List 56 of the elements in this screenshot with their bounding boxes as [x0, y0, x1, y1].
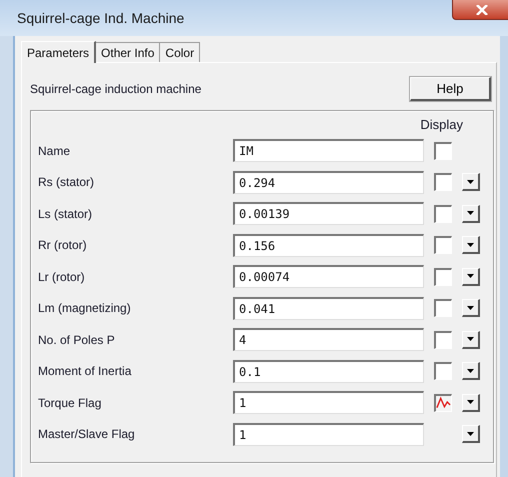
- input-field[interactable]: 1: [233, 391, 424, 414]
- checkbox[interactable]: [434, 204, 452, 223]
- caret-icon: [467, 274, 474, 278]
- dropdown-button[interactable]: [462, 299, 480, 318]
- input-field[interactable]: 0.00139: [233, 202, 424, 226]
- display-header: Display: [420, 117, 463, 134]
- parameter-label: Ls (stator): [38, 206, 94, 221]
- scope-checkbox[interactable]: [434, 394, 452, 412]
- checkbox[interactable]: [434, 268, 452, 286]
- caret-icon: [467, 400, 474, 404]
- caret-icon: [467, 337, 474, 342]
- parameter-label: Lr (rotor): [38, 270, 86, 284]
- dropdown-button[interactable]: [462, 236, 480, 254]
- caret-icon: [467, 211, 474, 216]
- dropdown-button[interactable]: [462, 268, 480, 286]
- close-icon: [475, 4, 489, 14]
- caret-icon: [467, 306, 474, 310]
- input-field[interactable]: IM: [233, 139, 424, 162]
- input-field[interactable]: 0.294: [233, 170, 424, 194]
- checkbox[interactable]: [434, 236, 452, 254]
- parameter-label: Rs (stator): [38, 175, 96, 190]
- dropdown-button[interactable]: [462, 330, 480, 349]
- checkbox[interactable]: [434, 330, 452, 349]
- input-field[interactable]: 0.1: [233, 360, 424, 383]
- caret-icon: [467, 368, 474, 373]
- parameter-label: Torque Flag: [38, 396, 102, 410]
- tab[interactable]: Parameters: [21, 41, 96, 63]
- caret-icon: [467, 180, 474, 184]
- input-field[interactable]: 4: [233, 328, 424, 352]
- dropdown-button[interactable]: [462, 394, 480, 412]
- input-field[interactable]: 0.041: [233, 296, 424, 320]
- checkbox[interactable]: [434, 299, 452, 318]
- close-button[interactable]: [452, 0, 508, 20]
- help-button[interactable]: Help: [410, 77, 491, 101]
- checkbox[interactable]: [434, 362, 452, 380]
- dropdown-button[interactable]: [462, 204, 480, 223]
- checkbox[interactable]: [434, 142, 452, 160]
- dropdown-button[interactable]: [462, 362, 480, 380]
- input-field[interactable]: 0.156: [233, 234, 424, 257]
- parameter-label: Master/Slave Flag: [38, 427, 136, 442]
- dropdown-button[interactable]: [462, 173, 480, 192]
- checkbox[interactable]: [434, 173, 452, 192]
- parameter-label: Moment of Inertia: [38, 364, 132, 378]
- description-label: Squirrel-cage induction machine: [30, 82, 202, 96]
- parameter-label: Lm (magnetizing): [38, 301, 132, 316]
- caret-icon: [467, 242, 474, 247]
- caret-icon: [467, 432, 474, 436]
- input-field[interactable]: 0.00074: [233, 265, 424, 288]
- parameter-label: No. of Poles P: [38, 332, 116, 347]
- parameter-label: Rr (rotor): [38, 238, 88, 252]
- tab[interactable]: Color: [160, 42, 200, 62]
- input-field[interactable]: 1: [233, 422, 424, 446]
- parameter-label: Name: [38, 144, 72, 158]
- window-title: Squirrel-cage Ind. Machine: [17, 10, 184, 26]
- dropdown-button[interactable]: [462, 425, 480, 444]
- tab[interactable]: Other Info: [96, 42, 160, 62]
